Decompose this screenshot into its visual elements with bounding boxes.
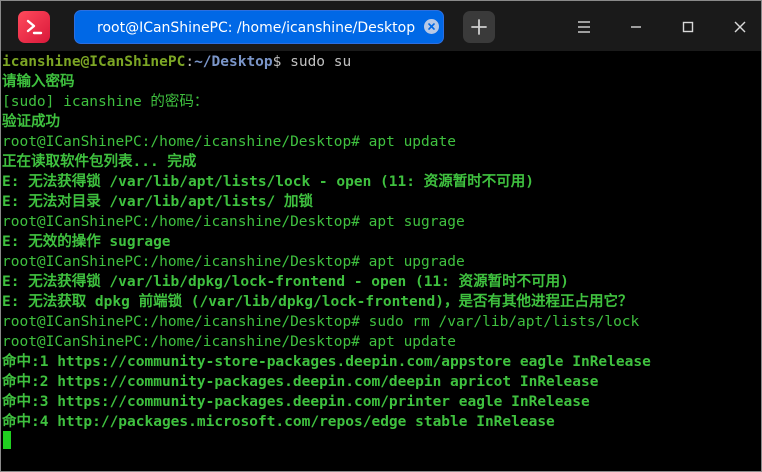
output-line: E: 无法对目录 /var/lib/apt/lists/ 加锁 [2,194,314,210]
output-line: 命中:3 https://community-packages.deepin.c… [2,394,590,410]
terminal-window: root@ICanShinePC: /home/icanshine/Deskto… [0,0,762,472]
new-tab-button[interactable] [463,11,495,43]
close-icon [734,21,746,33]
output-line: E: 无法获得锁 /var/lib/dpkg/lock-frontend - o… [2,274,569,290]
text-cursor [3,431,11,449]
minimize-button[interactable] [623,14,649,40]
output-line: root@ICanShinePC:/home/icanshine/Desktop… [2,134,456,150]
output-line: E: 无法获取 dpkg 前端锁 (/var/lib/dpkg/lock-fro… [2,294,633,310]
tab-close-icon[interactable] [424,19,439,34]
prompt-command: sudo su [281,54,352,70]
output-line: 验证成功 [2,114,60,130]
title-bar[interactable]: root@ICanShinePC: /home/icanshine/Deskto… [1,1,761,51]
hamburger-menu-icon [578,21,590,33]
terminal-output[interactable]: icanshine@ICanShinePC:~/Desktop$ sudo su… [1,52,761,471]
maximize-button[interactable] [675,14,701,40]
output-line: E: 无法获得锁 /var/lib/apt/lists/lock - open … [2,174,534,190]
prompt-separator: : [185,54,195,70]
output-line: root@ICanShinePC:/home/icanshine/Desktop… [2,214,465,230]
close-button[interactable] [727,14,753,40]
prompt-path: ~/Desktop [194,54,273,70]
output-line: 请输入密码 [2,74,75,90]
output-line: 命中:1 https://community-store-packages.de… [2,354,651,370]
plus-icon [471,19,487,35]
output-line: 命中:2 https://community-packages.deepin.c… [2,374,599,390]
menu-button[interactable] [571,14,597,40]
tab-terminal-session[interactable]: root@ICanShinePC: /home/icanshine/Deskto… [74,10,444,44]
prompt-line: icanshine@ICanShinePC:~/Desktop$ sudo su [2,52,351,72]
output-line: E: 无效的操作 sugrage [2,234,171,250]
maximize-icon [682,21,694,33]
output-line: root@ICanShinePC:/home/icanshine/Desktop… [2,254,465,270]
output-line: 命中:4 http://packages.microsoft.com/repos… [2,414,555,430]
terminal-app-icon[interactable] [18,11,50,43]
minimize-icon [631,26,641,28]
output-line: [sudo] icanshine 的密码： [2,94,209,110]
output-line: root@ICanShinePC:/home/icanshine/Desktop… [2,334,456,350]
output-line: 正在读取软件包列表... 完成 [2,154,197,170]
tab-title: root@ICanShinePC: /home/icanshine/Deskto… [97,20,416,36]
output-line: root@ICanShinePC:/home/icanshine/Desktop… [2,314,640,330]
prompt-user: icanshine@ICanShinePC [2,54,186,70]
